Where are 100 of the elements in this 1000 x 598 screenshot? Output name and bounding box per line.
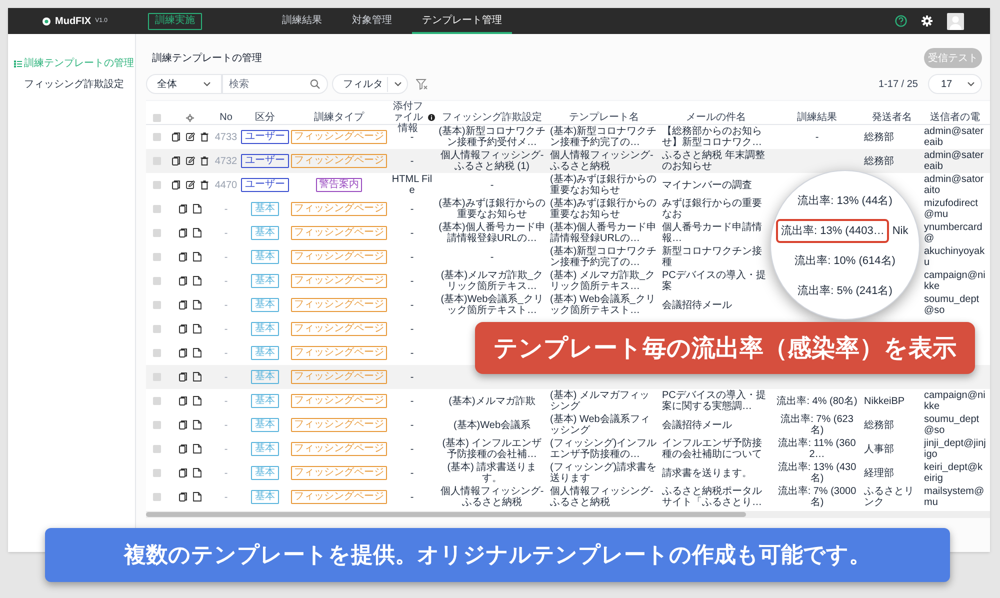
checkbox[interactable] [153,469,161,477]
table-cell: - [224,468,228,478]
table-cell: - [410,420,414,430]
checkbox[interactable] [153,229,161,237]
copy-icon[interactable] [172,156,180,166]
table-cell: - [410,444,414,454]
table-cell: 総務部 [864,420,894,430]
help-icon[interactable] [895,15,907,27]
table-cell: 4470 [214,180,238,190]
document-icon[interactable] [192,492,202,502]
copy-icon[interactable] [178,204,188,214]
avatar-icon[interactable] [947,12,964,30]
chevron-down-icon [967,81,975,87]
start-training-button[interactable]: 訓練実施 [148,12,202,30]
document-icon[interactable] [192,420,202,430]
type-tag: フィッシングページ [291,418,387,432]
table-cell: 人事部 [864,444,894,454]
document-icon[interactable] [192,228,202,238]
copy-icon[interactable] [178,372,188,382]
highlighted-result: 流出率: 13% (4403… [776,218,890,244]
checkbox[interactable] [153,277,161,285]
document-icon[interactable] [192,300,202,310]
table-cell: - [490,252,494,262]
checkbox[interactable] [153,373,161,381]
document-icon[interactable] [192,348,202,358]
copy-icon[interactable] [178,348,188,358]
checkbox[interactable] [153,181,161,189]
list-icon [14,60,22,68]
page-size-dropdown[interactable]: 17 [928,74,982,94]
copy-icon[interactable] [178,228,188,238]
document-icon[interactable] [192,468,202,478]
copy-icon[interactable] [172,132,180,142]
trash-icon[interactable] [200,180,208,190]
column-header: 添付ファイル情報 [392,101,424,134]
page-title: 訓練テンプレートの管理 [152,52,262,66]
table-cell: HTML File [392,174,432,196]
table-cell: - [410,492,414,502]
document-icon[interactable] [192,444,202,454]
edit-icon[interactable] [186,180,194,190]
search-field[interactable]: 検索 [222,74,328,94]
checkbox[interactable] [153,253,161,261]
nav-tab[interactable]: 対象管理 [342,8,402,34]
checkbox[interactable] [153,205,161,213]
clear-filter-icon[interactable] [416,78,428,90]
document-icon[interactable] [192,372,202,382]
table-cell: (基本)メルマガ詐欺 [448,396,536,406]
type-tag: フィッシングページ [291,298,387,312]
checkbox[interactable] [153,421,161,429]
checkbox[interactable] [153,301,161,309]
category-tag: ユーザー [241,178,289,192]
trash-icon[interactable] [200,132,208,142]
copy-icon[interactable] [178,492,188,502]
table-cell: ふるさとリンク [864,486,914,508]
table-cell: - [224,276,228,286]
checkbox[interactable] [153,114,161,122]
category-tag: 基本 [251,466,279,480]
checkbox[interactable] [153,445,161,453]
result-text: 流出率: 10% (614名) [794,254,896,269]
checkbox[interactable] [153,397,161,405]
edit-icon[interactable] [186,156,194,166]
trash-icon[interactable] [200,156,208,166]
copy-icon[interactable] [178,396,188,406]
checkbox[interactable] [153,493,161,501]
copy-icon[interactable] [178,468,188,478]
copy-icon[interactable] [178,324,188,334]
edit-icon[interactable] [186,132,194,142]
category-tag: 基本 [251,418,279,432]
checkbox[interactable] [153,325,161,333]
document-icon[interactable] [192,396,202,406]
checkbox[interactable] [153,157,161,165]
checkbox[interactable] [153,133,161,141]
type-tag: フィッシングページ [291,490,387,504]
table-cell: - [224,204,228,214]
table-cell: マイナンバーの調査 [662,180,752,190]
scope-dropdown[interactable]: 全体 [146,74,222,94]
table-cell: - [224,444,228,454]
copy-icon[interactable] [178,420,188,430]
copy-icon[interactable] [178,252,188,262]
filter-dropdown[interactable]: フィルタ [332,74,408,94]
nav-tab[interactable]: 訓練結果 [272,8,332,34]
table-cell: - [410,324,414,334]
table-cell: - [224,348,228,358]
search-icon [310,79,320,89]
category-tag: 基本 [251,226,279,240]
table-cell: 会議招待メール [662,300,732,310]
type-tag: フィッシングページ [291,442,387,456]
document-icon[interactable] [192,204,202,214]
sidebar-item[interactable]: フィッシング詐欺設定 [12,77,131,92]
document-icon[interactable] [192,276,202,286]
copy-icon[interactable] [178,300,188,310]
copy-icon[interactable] [178,444,188,454]
callout-banner: テンプレート毎の流出率（感染率）を表示 [475,322,975,374]
copy-icon[interactable] [178,276,188,286]
document-icon[interactable] [192,252,202,262]
document-icon[interactable] [192,324,202,334]
copy-icon[interactable] [172,180,180,190]
scrollbar-thumb[interactable] [146,512,746,517]
checkbox[interactable] [153,349,161,357]
table-cell: (基本)みずほ銀行からの重要なお知らせ [550,198,657,220]
type-tag: フィッシングページ [291,202,387,216]
